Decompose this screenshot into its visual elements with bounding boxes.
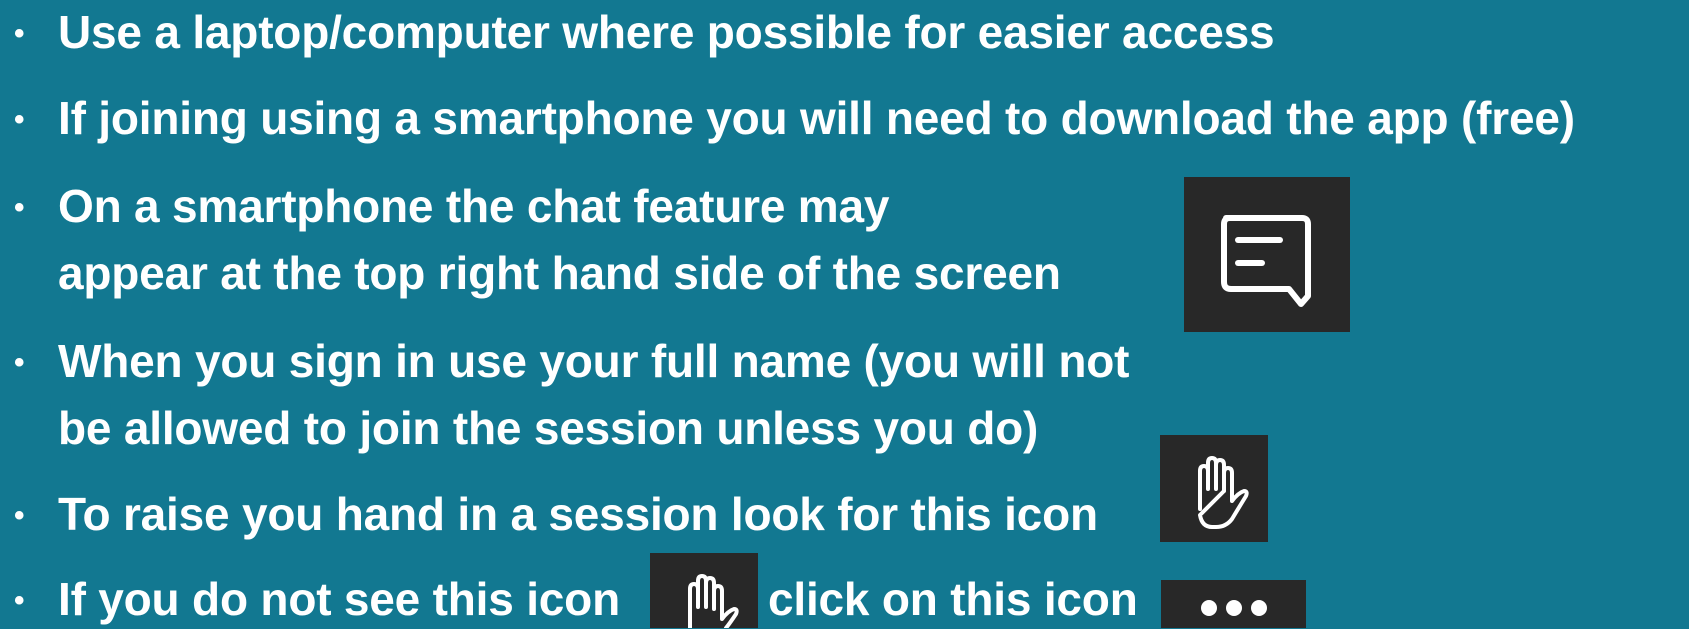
slide: • Use a laptop/computer where possible f… (0, 0, 1689, 628)
bullet-5-text: To raise you hand in a session look for … (58, 488, 1098, 540)
bullet-marker: • (14, 17, 25, 50)
bullet-marker: • (14, 346, 25, 379)
raise-hand-icon (1160, 435, 1268, 542)
raise-hand-icon (650, 553, 758, 628)
bullet-4-text-line-2: be allowed to join the session unless yo… (58, 402, 1039, 454)
bullet-2-text: If joining using a smartphone you will n… (58, 92, 1575, 144)
more-options-icon (1161, 580, 1306, 628)
bullet-marker: • (14, 499, 25, 532)
bullet-marker: • (14, 103, 25, 136)
bullet-4-text-line-1: When you sign in use your full name (you… (58, 335, 1130, 387)
bullet-6-text-part-2: click on this icon (768, 573, 1138, 625)
bullet-6-text-part-1: If you do not see this icon (58, 573, 620, 625)
bullet-marker: • (14, 191, 25, 224)
chat-icon (1184, 177, 1350, 332)
bullet-1-text: Use a laptop/computer where possible for… (58, 6, 1275, 58)
bullet-marker: • (14, 584, 25, 617)
bullet-3-text-line-2: appear at the top right hand side of the… (58, 247, 1061, 299)
bullet-3-text-line-1: On a smartphone the chat feature may (58, 180, 890, 232)
